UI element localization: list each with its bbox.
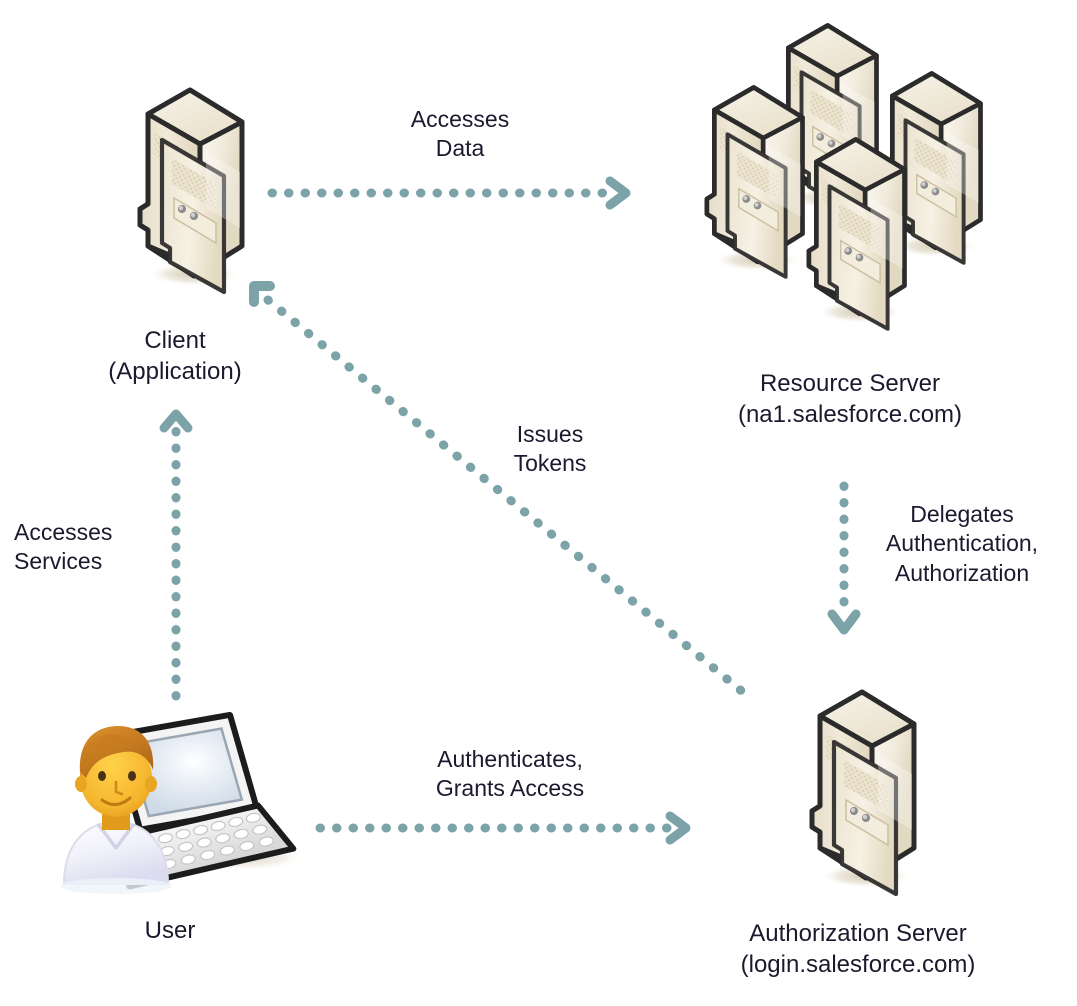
client-label-line2: (Application) xyxy=(108,358,242,386)
user-label: User xyxy=(40,915,300,946)
resource-server-label-line1: Resource Server xyxy=(759,370,941,397)
edge-label-delegates-auth-line2: Authentication, xyxy=(885,530,1039,557)
client-server-icon xyxy=(80,78,260,308)
edge-label-delegates-auth-line3: Authorization xyxy=(894,559,1030,586)
client-label: Client (Application) xyxy=(35,325,315,387)
edge-label-accesses-services-line1: Accesses xyxy=(14,519,113,545)
authorization-server-label: Authorization Server (login.salesforce.c… xyxy=(678,918,1038,980)
oauth-flow-diagram: Client (Application) Resource Server (na… xyxy=(0,0,1077,1006)
edge-label-issues-tokens-line2: Tokens xyxy=(513,450,587,477)
edge-label-delegates-auth-line1: Delegates xyxy=(910,501,1014,527)
edge-label-accesses-services-line2: Services xyxy=(14,548,103,575)
edge-label-accesses-data: Accesses Data xyxy=(310,105,610,164)
resource-server-cluster-icon xyxy=(650,18,1020,368)
edge-label-accesses-data-line2: Data xyxy=(435,135,485,162)
authorization-server-label-line1: Authorization Server xyxy=(749,920,967,947)
edge-user-to-auth-arrow xyxy=(315,811,706,845)
edge-label-accesses-data-line1: Accesses xyxy=(410,106,510,132)
edge-label-delegates-auth: Delegates Authentication, Authorization xyxy=(862,500,1062,588)
edge-label-authenticates-grants-line1: Authenticates, xyxy=(437,746,583,772)
edge-client-to-resource-arrow xyxy=(267,176,650,210)
resource-server-label: Resource Server (na1.salesforce.com) xyxy=(690,368,1010,430)
edge-label-issues-tokens: Issues Tokens xyxy=(440,420,660,479)
edge-label-authenticates-grants-line2: Grants Access xyxy=(435,775,585,802)
edge-resource-to-auth-arrow xyxy=(826,481,862,642)
edge-label-accesses-services: Accesses Services xyxy=(14,518,214,577)
edge-label-authenticates-grants: Authenticates, Grants Access xyxy=(350,745,670,804)
user-label-line1: User xyxy=(144,917,196,944)
resource-server-label-line2: (na1.salesforce.com) xyxy=(737,401,963,429)
user-with-laptop-icon xyxy=(40,694,320,894)
authorization-server-label-line2: (login.salesforce.com) xyxy=(740,951,976,979)
client-label-line1: Client xyxy=(144,327,206,354)
edge-label-issues-tokens-line1: Issues xyxy=(516,421,584,447)
authorization-server-icon xyxy=(752,680,932,910)
